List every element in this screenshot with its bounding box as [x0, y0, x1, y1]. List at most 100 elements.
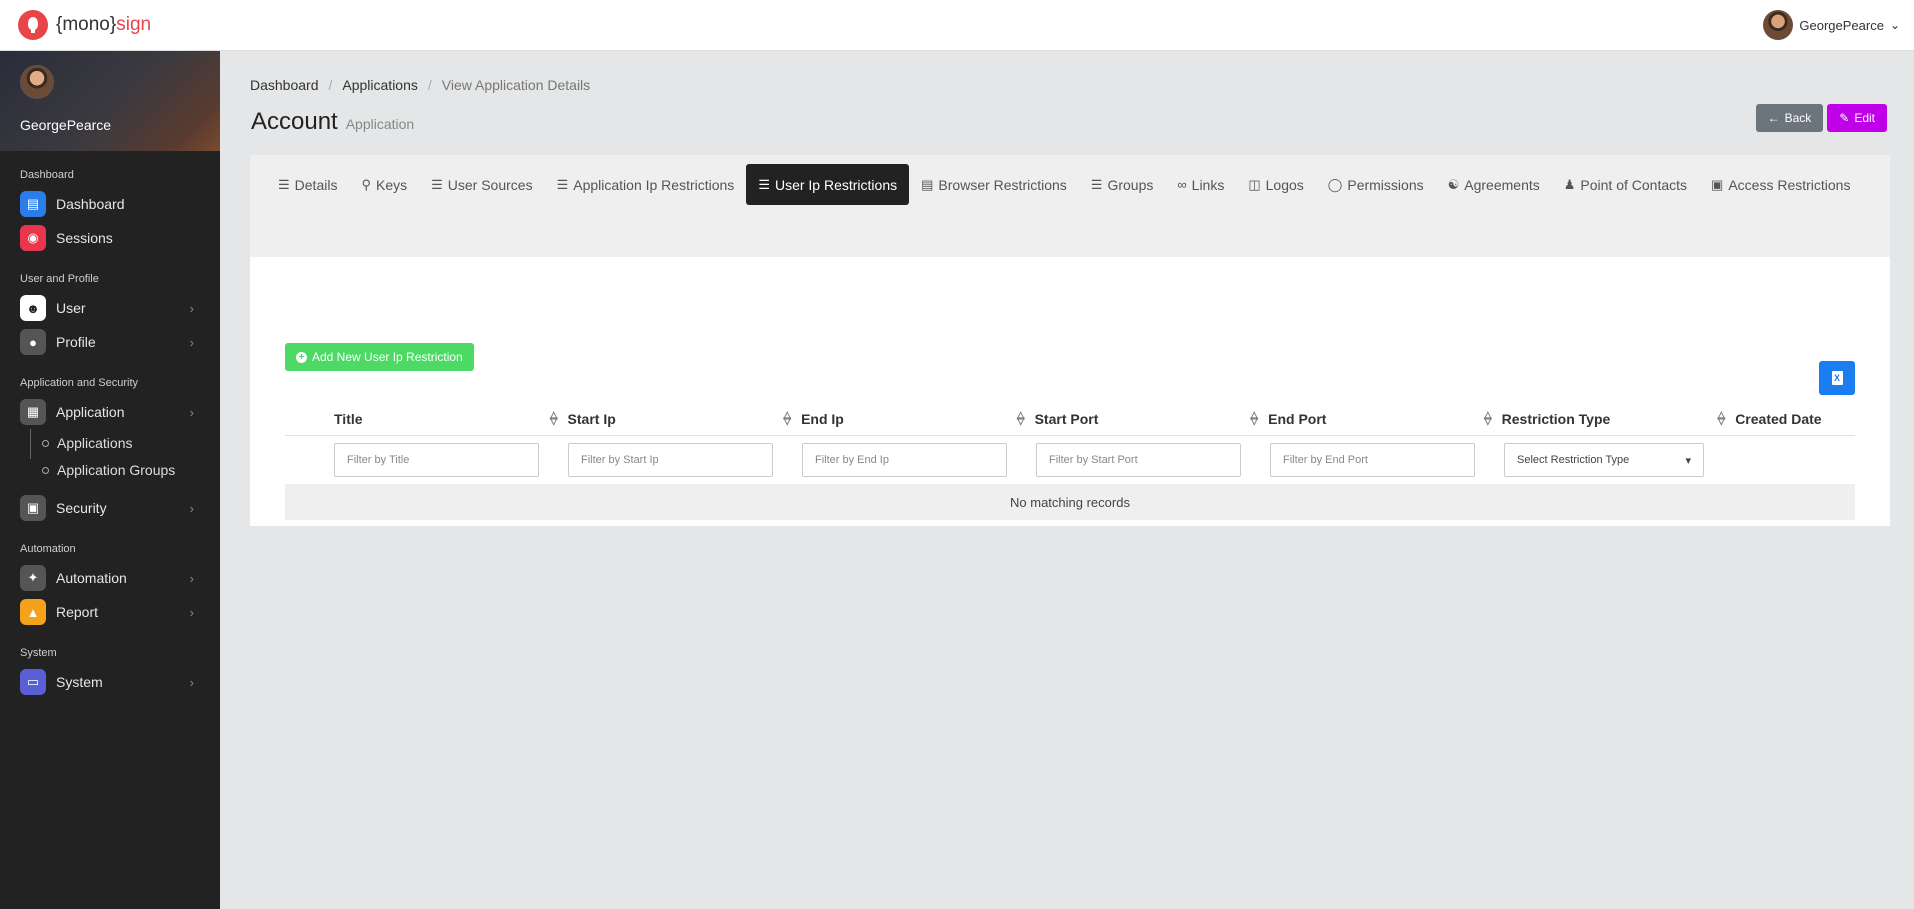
key-icon: ⚲ — [361, 176, 371, 192]
avatar[interactable] — [20, 65, 54, 99]
excel-icon: X — [1831, 371, 1843, 385]
record-icon: ◉ — [20, 225, 46, 251]
tab-links[interactable]: ∞ Links — [1165, 164, 1236, 205]
column-header-end-port[interactable]: End Port △ ▽ — [1268, 403, 1502, 435]
application-subnav: Applications Application Groups — [0, 429, 220, 483]
nav-section-user-profile: User and Profile — [20, 273, 99, 285]
column-header-end-ip[interactable]: End Ip △ ▽ — [801, 403, 1035, 435]
tab-agreements[interactable]: ☯ Agreements — [1436, 164, 1552, 205]
column-header-created-date[interactable]: Created Date — [1735, 403, 1855, 435]
sidebar-item-profile[interactable]: ● Profile › — [0, 325, 220, 359]
tab-browser-restrictions[interactable]: ▤ Browser Restrictions — [909, 164, 1079, 205]
sidebar-item-security[interactable]: ▣ Security › — [0, 491, 220, 525]
toggle-icon: ◯ — [1327, 176, 1343, 192]
chevron-right-icon: › — [189, 604, 194, 620]
filter-start-ip-input[interactable] — [568, 443, 773, 477]
users-icon: ♟ — [1563, 176, 1576, 192]
tab-user-ip-restrictions[interactable]: ☰ User Ip Restrictions — [746, 164, 910, 205]
tab-application-ip-restrictions[interactable]: ☰ Application Ip Restrictions — [545, 164, 747, 205]
no-records-message: No matching records — [285, 484, 1855, 520]
edit-button[interactable]: ✎ Edit — [1827, 104, 1887, 132]
list-icon: ☰ — [758, 176, 770, 192]
chevron-right-icon: › — [189, 404, 194, 420]
chevron-right-icon: › — [189, 674, 194, 690]
sidebar-item-system[interactable]: ▭ System › — [0, 665, 220, 699]
page-actions: ← Back ✎ Edit — [1755, 104, 1887, 132]
profile-name: GeorgePearce — [20, 117, 112, 133]
export-excel-button[interactable]: X — [1819, 361, 1855, 395]
tab-keys[interactable]: ⚲ Keys — [349, 164, 419, 205]
chart-icon: ▤ — [20, 191, 46, 217]
sort-icon: △ ▽ — [1717, 410, 1726, 427]
filter-title-input[interactable] — [334, 443, 539, 477]
column-header-title[interactable]: Title △ ▽ — [334, 403, 568, 435]
add-user-ip-restriction-button[interactable]: + Add New User Ip Restriction — [285, 343, 474, 371]
logo[interactable]: {mono}sign — [18, 10, 151, 40]
magic-wand-icon: ✦ — [20, 565, 46, 591]
filter-row: Select Restriction Type ▾ — [285, 436, 1855, 484]
breadcrumb-item-applications[interactable]: Applications — [342, 77, 418, 93]
tab-access-restrictions[interactable]: ▣ Access Restrictions — [1699, 164, 1862, 205]
sort-icon: △ ▽ — [1016, 410, 1025, 427]
chevron-right-icon: › — [189, 334, 194, 350]
sidebar-subitem-application-groups[interactable]: Application Groups — [37, 456, 220, 483]
browser-icon: ▤ — [921, 176, 934, 192]
users-icon: ☻ — [20, 295, 46, 321]
sidebar-item-report[interactable]: ▲ Report › — [0, 595, 220, 629]
tab-logos[interactable]: ◫ Logos — [1236, 164, 1315, 205]
breadcrumb-item-dashboard[interactable]: Dashboard — [250, 77, 319, 93]
arrow-left-icon: ← — [1767, 111, 1780, 125]
sidebar-item-label: System — [56, 674, 103, 690]
back-button[interactable]: ← Back — [1755, 104, 1824, 132]
tab-user-sources[interactable]: ☰ User Sources — [419, 164, 544, 205]
tab-groups[interactable]: ☰ Groups — [1079, 164, 1166, 205]
filter-end-port-input[interactable] — [1270, 443, 1475, 477]
area-chart-icon: ▲ — [20, 599, 46, 625]
tab-point-of-contacts[interactable]: ♟ Point of Contacts — [1552, 164, 1699, 205]
breadcrumb: Dashboard / Applications / View Applicat… — [250, 77, 590, 93]
sidebar-item-application[interactable]: ▦ Application › — [0, 395, 220, 429]
link-icon: ∞ — [1177, 177, 1187, 192]
sidebar-item-automation[interactable]: ✦ Automation › — [0, 561, 220, 595]
sidebar-item-user[interactable]: ☻ User › — [0, 291, 220, 325]
sidebar-item-dashboard[interactable]: ▤ Dashboard — [0, 187, 220, 221]
nav-section-automation: Automation — [20, 543, 76, 555]
lightbulb-icon — [18, 10, 48, 40]
images-icon: ◫ — [1248, 176, 1261, 192]
breadcrumb-separator: / — [328, 77, 333, 93]
sidebar-item-label: Security — [56, 500, 107, 516]
filter-start-port-input[interactable] — [1036, 443, 1241, 477]
column-header-restriction-type[interactable]: Restriction Type △ ▽ — [1502, 403, 1736, 435]
monitor-icon: ▭ — [20, 669, 46, 695]
list-icon: ☰ — [1090, 176, 1103, 192]
lock-icon: ▣ — [20, 495, 46, 521]
page-title: Account Application — [251, 108, 414, 136]
tab-bar: ☰ Details ⚲ Keys ☰ User Sources ☰ Applicatio… — [250, 155, 1890, 257]
column-header-start-port[interactable]: Start Port △ ▽ — [1035, 403, 1269, 435]
breadcrumb-separator: / — [427, 77, 432, 93]
restriction-type-select[interactable]: Select Restriction Type ▾ — [1504, 443, 1704, 477]
list-icon: ☰ — [556, 176, 569, 192]
sort-icon: △ ▽ — [549, 410, 558, 427]
logo-text: {mono}sign — [56, 14, 152, 35]
list-icon: ☰ — [278, 176, 290, 192]
chevron-down-icon: ⌄ — [1889, 18, 1900, 32]
application-icon: ▦ — [20, 399, 46, 425]
nav-section-system: System — [20, 647, 57, 659]
sidebar-item-sessions[interactable]: ◉ Sessions — [0, 221, 220, 255]
main-content: Dashboard / Applications / View Applicat… — [220, 51, 1914, 909]
unlock-icon: ▣ — [1711, 176, 1724, 192]
user-menu[interactable]: GeorgePearce ⌄ — [1763, 10, 1900, 40]
tab-details[interactable]: ☰ Details — [266, 164, 349, 205]
column-header-start-ip[interactable]: Start Ip △ ▽ — [568, 403, 802, 435]
sidebar-subitem-applications[interactable]: Applications — [37, 429, 220, 456]
filter-end-ip-input[interactable] — [802, 443, 1007, 477]
username: GeorgePearce — [1799, 17, 1884, 33]
page-title-text: Account — [251, 108, 338, 135]
caret-down-icon: ▾ — [1685, 454, 1691, 467]
sidebar-item-label: Automation — [56, 570, 127, 586]
sidebar-item-label: Report — [56, 604, 99, 620]
list-icon: ☰ — [431, 176, 443, 192]
tab-permissions[interactable]: ◯ Permissions — [1316, 164, 1436, 205]
plus-circle-icon: + — [296, 351, 307, 363]
